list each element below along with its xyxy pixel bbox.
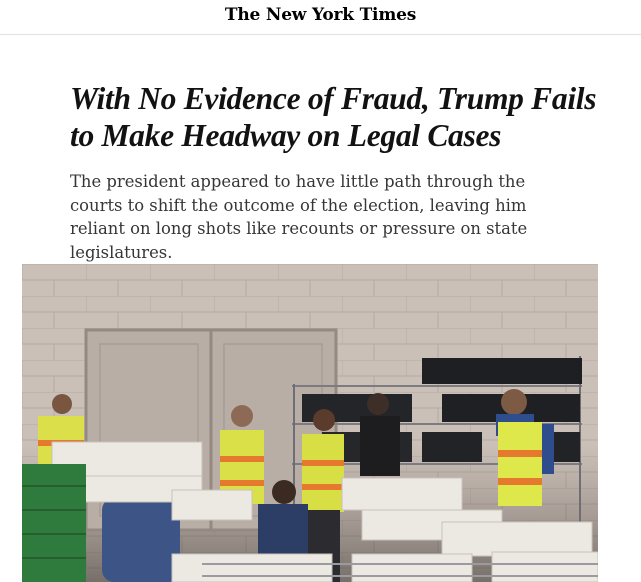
masthead: The New York Times (0, 0, 641, 35)
green-crates (22, 464, 86, 582)
article-headline: With No Evidence of Fraud, Trump Fails t… (70, 81, 597, 153)
nyt-logo[interactable]: The New York Times (225, 5, 416, 25)
lead-photo (22, 264, 598, 582)
article-summary: The president appeared to have little pa… (70, 172, 528, 262)
